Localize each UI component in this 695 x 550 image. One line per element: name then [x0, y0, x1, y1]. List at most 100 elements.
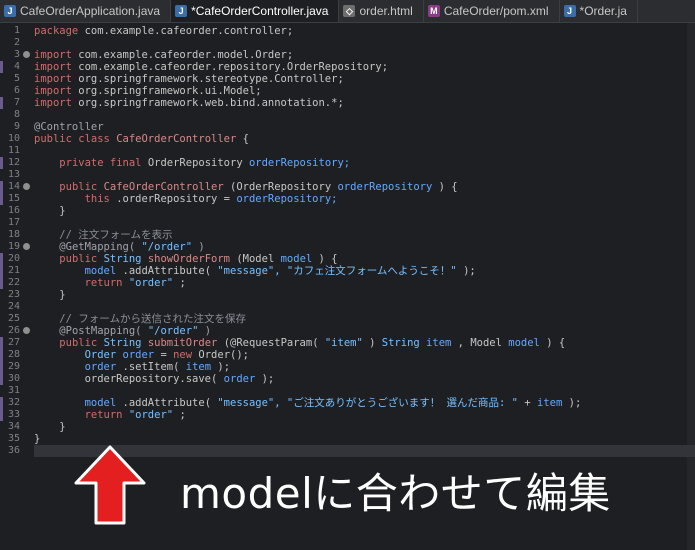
code-line[interactable]: 29 order .setItem( item );	[0, 361, 695, 373]
code-text: public String showOrderForm (Model model…	[34, 253, 337, 265]
code-line[interactable]: 17	[0, 217, 695, 229]
code-token: return	[84, 409, 123, 421]
code-line[interactable]: 19 @GetMapping( "/order" )	[0, 241, 695, 253]
code-line[interactable]: 8	[0, 109, 695, 121]
code-token: ;	[179, 409, 186, 421]
code-token: com.example.cafeorder.controller;	[84, 25, 294, 37]
line-number: 11	[7, 145, 20, 156]
line-number: 31	[7, 385, 20, 396]
code-token: (@RequestParam(	[223, 337, 319, 349]
code-line[interactable]: 4 import com.example.cafeorder.repository…	[0, 61, 695, 73]
code-line[interactable]: 2	[0, 37, 695, 49]
code-line[interactable]: 15 this .orderRepository = orderReposito…	[0, 193, 695, 205]
fold-toggle-icon[interactable]	[23, 327, 30, 334]
code-text: return "order" ;	[34, 409, 186, 421]
code-text: import com.example.cafeorder.repository.…	[34, 61, 388, 73]
code-text: import org.springframework.web.bind.anno…	[34, 97, 344, 109]
code-text: import org.springframework.stereotype.Co…	[34, 73, 344, 85]
code-line[interactable]: 13	[0, 169, 695, 181]
line-number: 19	[7, 241, 20, 252]
code-token: import	[34, 61, 72, 73]
tab-1[interactable]: J *CafeOrderController.java	[171, 0, 340, 22]
tab-label: *CafeOrderController.java	[191, 4, 329, 18]
code-token: new	[173, 349, 193, 361]
code-line[interactable]: 20 public String showOrderForm (Model mo…	[0, 253, 695, 265]
code-token: }	[59, 421, 66, 433]
line-number: 16	[7, 205, 20, 216]
code-token: );	[261, 373, 275, 385]
line-number: 8	[13, 109, 20, 120]
line-number: 23	[7, 289, 20, 300]
code-token: "/order"	[141, 241, 193, 253]
code-line[interactable]: 16 }	[0, 205, 695, 217]
code-line[interactable]: 33 return "order" ;	[0, 409, 695, 421]
tab-3[interactable]: M CafeOrder/pom.xml	[424, 0, 560, 22]
tab-2[interactable]: ◇ order.html	[339, 0, 424, 22]
code-token: OrderRepository	[147, 157, 243, 169]
code-line[interactable]: 30 orderRepository.save( order );	[0, 373, 695, 385]
code-token: model	[84, 265, 117, 277]
code-token: import	[34, 73, 72, 85]
code-text: package com.example.cafeorder.controller…	[34, 25, 293, 37]
code-token: =	[160, 349, 167, 361]
code-token: public	[59, 181, 98, 193]
code-line[interactable]: 18 // 注文フォームを表示	[0, 229, 695, 241]
code-token: // フォームから送信された注文を保存	[59, 313, 246, 325]
fold-toggle-icon[interactable]	[23, 51, 30, 58]
code-line[interactable]: 12 private final OrderRepository orderRe…	[0, 157, 695, 169]
fold-toggle-icon[interactable]	[23, 183, 30, 190]
code-line[interactable]: 3 import com.example.cafeorder.model.Orde…	[0, 49, 695, 61]
tab-0[interactable]: J CafeOrderApplication.java	[0, 0, 172, 22]
line-number: 17	[7, 217, 20, 228]
code-line[interactable]: 22 return "order" ;	[0, 277, 695, 289]
code-token: , Model	[457, 337, 502, 349]
code-line[interactable]: 32 model .addAttribute( "message", "ご注文あ…	[0, 397, 695, 409]
code-token: )	[369, 337, 376, 349]
code-line[interactable]: 7 import org.springframework.web.bind.ann…	[0, 97, 695, 109]
fold-toggle-icon[interactable]	[23, 243, 30, 250]
code-line[interactable]: 31	[0, 385, 695, 397]
code-text: }	[34, 289, 65, 301]
code-token: orderRepository.save(	[84, 373, 218, 385]
java-file-icon: J	[175, 5, 188, 17]
code-token: showOrderForm	[147, 253, 231, 265]
code-line[interactable]: 25 // フォームから送信された注文を保存	[0, 313, 695, 325]
code-line[interactable]: 11	[0, 145, 695, 157]
code-token: model	[280, 253, 313, 265]
code-token: ;	[179, 277, 186, 289]
tab-4[interactable]: J *Order.ja	[560, 0, 638, 22]
code-text: import org.springframework.ui.Model;	[34, 85, 262, 97]
code-line[interactable]: 5 import org.springframework.stereotype.C…	[0, 73, 695, 85]
code-text: Order order = new Order();	[34, 349, 249, 361]
code-line[interactable]: 28 Order order = new Order();	[0, 349, 695, 361]
code-line[interactable]: 27 public String submitOrder (@RequestPa…	[0, 337, 695, 349]
editor-tab-bar: J CafeOrderApplication.java J *CafeOrderCon…	[0, 0, 695, 23]
code-line[interactable]: 23 }	[0, 289, 695, 301]
code-token: String	[103, 253, 142, 265]
line-number: 30	[7, 373, 20, 384]
code-line[interactable]: 35}	[0, 433, 695, 445]
code-line[interactable]: 24	[0, 301, 695, 313]
code-line[interactable]: 21 model .addAttribute( "message", "カフェ注…	[0, 265, 695, 277]
code-line[interactable]: 1 package com.example.cafeorder.controlle…	[0, 25, 695, 37]
code-text: }	[34, 433, 40, 445]
code-token: "/order"	[147, 325, 199, 337]
code-line[interactable]: 6 import org.springframework.ui.Model;	[0, 85, 695, 97]
code-line[interactable]: 34 }	[0, 421, 695, 433]
line-number: 32	[7, 397, 20, 408]
code-line[interactable]: 14 public CafeOrderController (OrderRepo…	[0, 181, 695, 193]
code-line[interactable]: 26 @PostMapping( "/order" )	[0, 325, 695, 337]
line-number: 6	[13, 85, 20, 96]
line-number: 29	[7, 361, 20, 372]
line-number: 26	[7, 325, 20, 336]
code-line[interactable]: 10 public class CafeOrderController {	[0, 133, 695, 145]
code-token: .setItem(	[122, 361, 180, 373]
code-line[interactable]: 9 @Controller	[0, 121, 695, 133]
line-number: 36	[7, 445, 20, 456]
